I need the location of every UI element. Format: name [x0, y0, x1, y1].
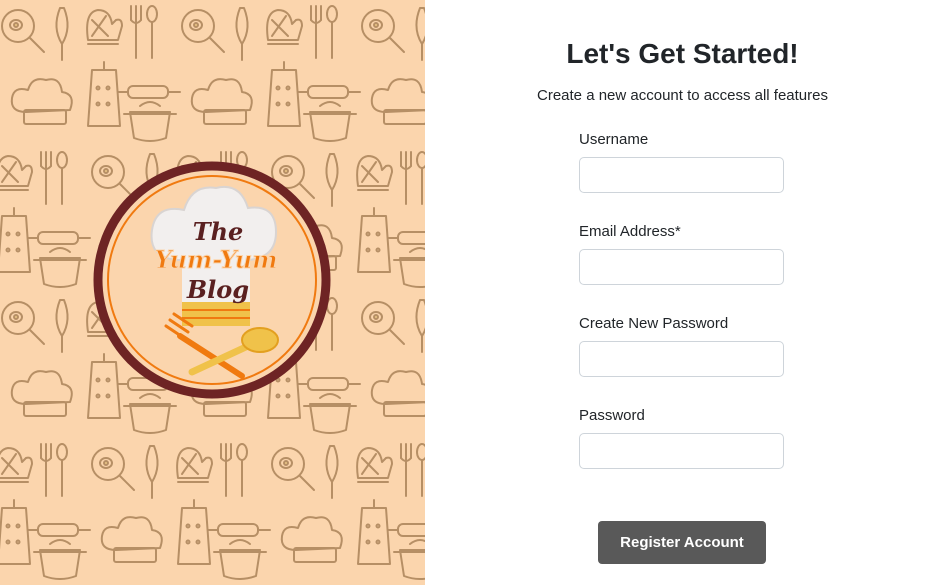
email-input[interactable] [579, 249, 784, 285]
registration-form: Let's Get Started! Create a new account … [425, 0, 930, 585]
page-title: Let's Get Started! [566, 38, 799, 69]
logo-text-line2: Yum-Yum [154, 245, 277, 274]
username-input[interactable] [579, 157, 784, 193]
register-account-button[interactable]: Register Account [598, 521, 766, 564]
yum-yum-blog-logo: The Yum-Yum Blog [93, 161, 331, 399]
email-label: Email Address* [579, 223, 681, 240]
new-password-input[interactable] [579, 341, 784, 377]
password-input[interactable] [579, 433, 784, 469]
logo-text-line1: The [193, 217, 244, 246]
page-subtitle: Create a new account to access all featu… [537, 87, 828, 104]
logo-text-line3: Blog [186, 275, 249, 304]
password-label: Password [579, 407, 645, 424]
new-password-label: Create New Password [579, 315, 729, 332]
username-label: Username [579, 131, 649, 148]
decorative-panel: The Yum-Yum Blog [0, 0, 425, 585]
